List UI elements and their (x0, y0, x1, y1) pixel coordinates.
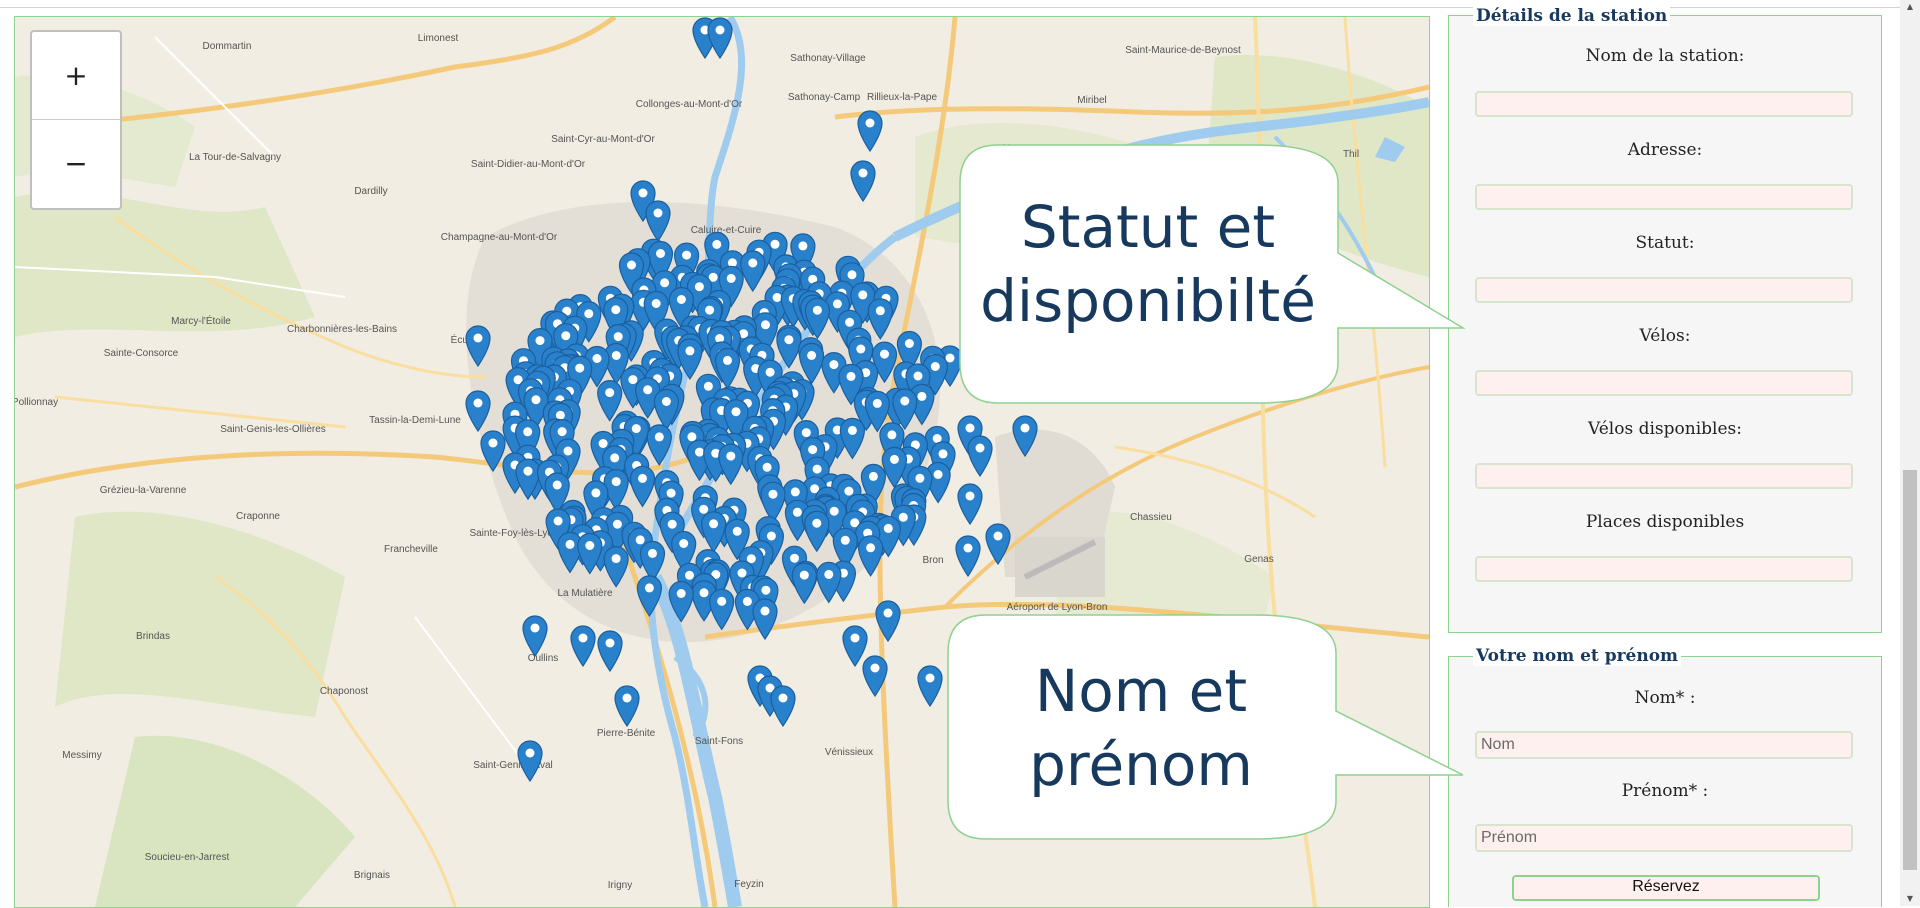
map-marker-icon[interactable] (740, 250, 766, 293)
map-marker-icon[interactable] (646, 424, 672, 466)
status-callout-line2: disponibilté (980, 266, 1316, 335)
map-marker-icon[interactable] (842, 625, 868, 668)
map-marker-icon[interactable] (603, 546, 629, 588)
zoom-out-button[interactable]: − (32, 119, 120, 207)
address-label: Adresse: (1627, 140, 1703, 160)
map-marker-icon[interactable] (816, 561, 842, 604)
map-marker-icon[interactable] (718, 443, 744, 486)
map-marker-icon[interactable] (465, 390, 491, 433)
first-name-field[interactable] (1475, 824, 1853, 852)
map-marker-icon[interactable] (770, 685, 796, 728)
zoom-out-icon: − (64, 147, 88, 180)
reservation-fieldset: Votre nom et prénom Nom* : Prénom* : Rés… (1448, 646, 1882, 907)
map-marker-icon[interactable] (917, 665, 943, 708)
map-marker-icon[interactable] (955, 535, 981, 578)
name-callout: Nom et prénom (946, 613, 1468, 843)
map-marker-icon[interactable] (707, 17, 733, 60)
map-marker-icon[interactable] (645, 200, 671, 243)
zoom-control: + − (30, 30, 122, 210)
map-marker-icon[interactable] (839, 417, 866, 460)
map-marker-icon[interactable] (709, 588, 735, 631)
first-name-label: Prénom* : (1621, 781, 1709, 801)
map-marker-icon[interactable] (850, 160, 876, 203)
reserve-button[interactable]: Réservez (1512, 875, 1820, 901)
map-marker-icon[interactable] (629, 465, 656, 508)
map-marker-icon[interactable] (760, 481, 786, 524)
map-marker-icon[interactable] (653, 388, 680, 431)
map-marker-icon[interactable] (875, 600, 901, 643)
map-marker-icon[interactable] (985, 523, 1011, 566)
status-label: Statut: (1635, 233, 1695, 253)
map-marker-icon[interactable] (857, 110, 883, 153)
status-callout-line1: Statut et (1020, 193, 1276, 261)
map-marker-icon[interactable] (639, 540, 666, 583)
map-marker-icon[interactable] (570, 625, 596, 668)
map-marker-icon[interactable] (881, 446, 908, 489)
map-marker-icon[interactable] (700, 511, 727, 553)
scroll-down-icon[interactable]: ▼ (1903, 894, 1917, 904)
map-marker-icon[interactable] (668, 580, 694, 623)
zoom-in-button[interactable]: + (32, 32, 120, 119)
status-callout: Statut et disponibilté (958, 143, 1468, 408)
available-bikes-field[interactable] (1475, 463, 1853, 489)
reservation-legend: Votre nom et prénom (1473, 646, 1682, 666)
map-marker-icon[interactable] (804, 510, 830, 553)
scrollbar-thumb[interactable] (1903, 470, 1917, 870)
map-marker-icon[interactable] (857, 535, 884, 577)
name-callout-line1: Nom et (1034, 657, 1248, 725)
map-marker-icon[interactable] (752, 598, 778, 641)
map-marker-icon[interactable] (465, 325, 491, 368)
station-name-label: Nom de la station: (1585, 46, 1745, 66)
available-places-label: Places disponibles (1585, 512, 1745, 532)
map-marker-icon[interactable] (517, 740, 543, 783)
bikes-label: Vélos: (1639, 326, 1691, 346)
map-marker-icon[interactable] (614, 685, 640, 728)
map-marker-icon[interactable] (867, 298, 893, 340)
map-marker-icon[interactable] (804, 297, 831, 340)
map-marker-icon[interactable] (967, 435, 993, 478)
name-callout-line2: prénom (1029, 730, 1253, 799)
map-marker-icon[interactable] (791, 562, 817, 605)
map-marker-icon[interactable] (1012, 415, 1038, 458)
map-marker-icon[interactable] (776, 327, 802, 369)
last-name-field[interactable] (1475, 731, 1853, 759)
address-field[interactable] (1475, 184, 1853, 210)
map-marker-icon[interactable] (862, 655, 888, 698)
map-marker-icon[interactable] (522, 615, 548, 658)
available-bikes-label: Vélos disponibles: (1588, 419, 1742, 439)
bikes-field[interactable] (1475, 370, 1853, 396)
station-details-fieldset: Détails de la station Nom de la station:… (1448, 6, 1882, 633)
station-details-legend: Détails de la station (1473, 6, 1671, 26)
map-marker-icon[interactable] (636, 575, 663, 617)
last-name-label: Nom* : (1634, 688, 1696, 708)
station-name-field[interactable] (1475, 91, 1853, 117)
map-marker-icon[interactable] (480, 430, 506, 473)
scroll-up-icon[interactable]: ▲ (1903, 2, 1917, 12)
map-marker-icon[interactable] (597, 630, 623, 673)
status-field[interactable] (1475, 277, 1853, 303)
available-places-field[interactable] (1475, 556, 1853, 582)
zoom-in-icon: + (64, 59, 88, 92)
map-marker-icon[interactable] (957, 483, 983, 526)
